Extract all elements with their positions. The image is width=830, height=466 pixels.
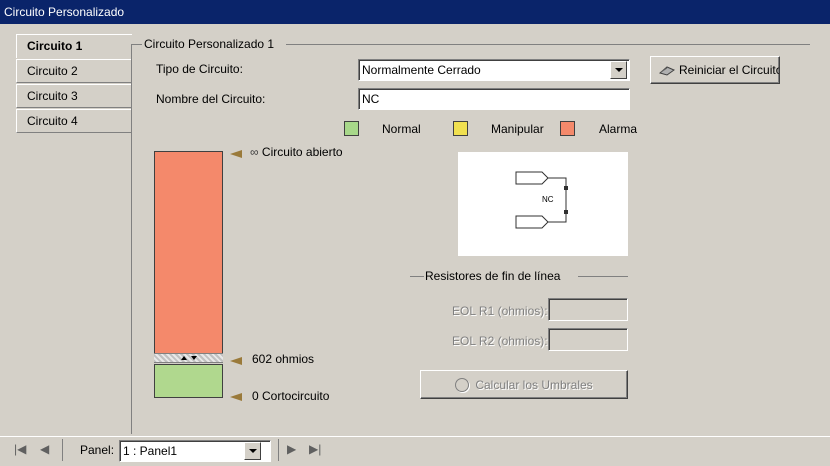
short-circuit-marker-icon xyxy=(230,393,242,401)
chevron-down-icon xyxy=(614,68,623,72)
group-line-left xyxy=(132,44,142,45)
first-record-icon[interactable]: |◀ xyxy=(14,442,26,456)
group-line-right xyxy=(286,44,810,45)
legend-normal-swatch xyxy=(344,121,359,136)
nc-circuit-icon xyxy=(515,171,568,229)
reset-button-label: Reiniciar el Circuito xyxy=(679,63,780,77)
reset-icon xyxy=(658,64,676,76)
open-circuit-text: Circuito abierto xyxy=(261,145,343,159)
eol-r1-label: EOL R1 (ohmios): xyxy=(452,304,548,318)
circuit-name-input[interactable]: NC xyxy=(358,88,630,110)
circuit-type-dropdown-button[interactable] xyxy=(610,61,627,79)
status-divider-2 xyxy=(278,439,279,461)
slider-down-icon xyxy=(190,356,197,360)
reset-circuit-button[interactable]: Reiniciar el Circuito xyxy=(650,56,780,84)
group-title: Circuito Personalizado 1 xyxy=(144,37,275,51)
legend-manipular-swatch xyxy=(453,121,468,136)
open-circuit-marker-icon xyxy=(230,150,242,158)
legend-normal-label: Normal xyxy=(382,122,421,136)
last-record-icon[interactable]: ▶| xyxy=(309,442,321,456)
window-title: Circuito Personalizado xyxy=(0,0,830,24)
legend-alarma-swatch xyxy=(560,121,575,136)
short-circuit-label: 0 Cortocircuito xyxy=(252,389,330,403)
panel-label: Panel: xyxy=(80,443,115,457)
tab-circuito-1[interactable]: Circuito 1 xyxy=(16,34,132,58)
calculate-button-label: Calcular los Umbrales xyxy=(475,377,593,392)
threshold-slider-handle[interactable] xyxy=(154,353,223,363)
chevron-down-icon xyxy=(248,449,257,453)
status-divider xyxy=(62,439,63,461)
eol-group-title: Resistores de fin de línea xyxy=(425,269,561,283)
next-record-icon[interactable]: ▶ xyxy=(287,442,296,456)
diagram-label: NC xyxy=(542,195,554,204)
open-circuit-label: ∞ Circuito abierto xyxy=(250,145,343,159)
calculator-icon xyxy=(455,377,470,392)
alarm-range-bar xyxy=(154,151,223,354)
slider-up-icon xyxy=(180,356,187,360)
eol-r1-input[interactable] xyxy=(548,298,628,321)
previous-record-icon[interactable]: ◀ xyxy=(40,442,49,456)
mid-threshold-marker-icon xyxy=(230,357,242,365)
tab-circuito-2[interactable]: Circuito 2 xyxy=(16,59,132,83)
legend-alarma-label: Alarma xyxy=(599,122,638,136)
tab-circuito-3[interactable]: Circuito 3 xyxy=(16,84,132,108)
infinity-icon: ∞ xyxy=(250,145,259,159)
eol-r2-input[interactable] xyxy=(548,328,628,351)
circuit-name-label: Nombre del Circuito: xyxy=(156,92,266,106)
tab-circuito-4[interactable]: Circuito 4 xyxy=(16,109,132,133)
tab-separator xyxy=(131,44,132,434)
legend-manipular-label: Manipular xyxy=(491,122,544,136)
eol-r2-label: EOL R2 (ohmios): xyxy=(452,334,548,348)
circuit-diagram: NC xyxy=(458,152,628,256)
panel-dropdown-button[interactable] xyxy=(244,442,261,460)
eol-line-right xyxy=(578,276,628,277)
eol-line-left xyxy=(410,276,424,277)
circuit-type-label: Tipo de Circuito: xyxy=(156,62,243,76)
normal-range-bar xyxy=(154,364,223,398)
panel-select-value: 1 : Panel1 xyxy=(123,444,178,458)
mid-threshold-label: 602 ohmios xyxy=(252,352,315,366)
circuit-type-select[interactable]: Normalmente Cerrado xyxy=(358,59,630,81)
circuit-type-value: Normalmente Cerrado xyxy=(362,63,481,77)
calculate-thresholds-button[interactable]: Calcular los Umbrales xyxy=(420,370,628,399)
